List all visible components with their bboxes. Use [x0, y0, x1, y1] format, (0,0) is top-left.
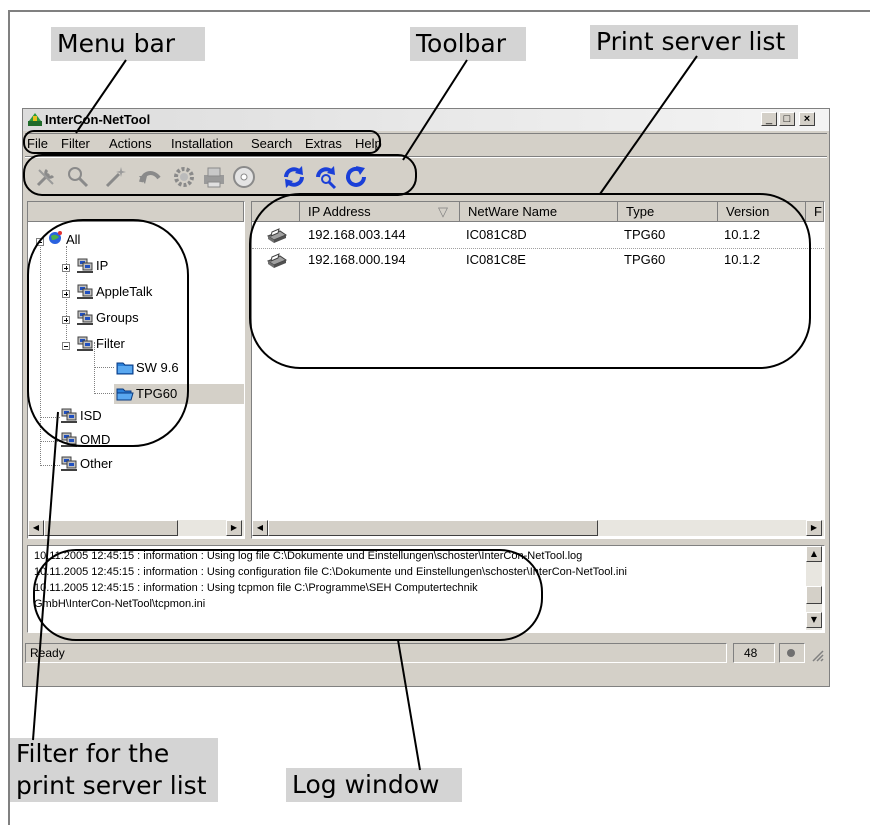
filter-tree-highlight: [27, 219, 189, 447]
toolbar-highlight: [23, 154, 417, 196]
pointer-line-print-server-list: [599, 55, 698, 195]
pointer-line-log-window: [397, 639, 421, 771]
log-window-highlight: [33, 549, 543, 641]
menu-bar-highlight: [23, 130, 381, 154]
annotation-overlay: [23, 55, 811, 771]
pointer-line-menu-bar: [75, 59, 127, 134]
print-server-list-highlight: [249, 193, 811, 369]
pointer-line-toolbar: [402, 59, 468, 161]
